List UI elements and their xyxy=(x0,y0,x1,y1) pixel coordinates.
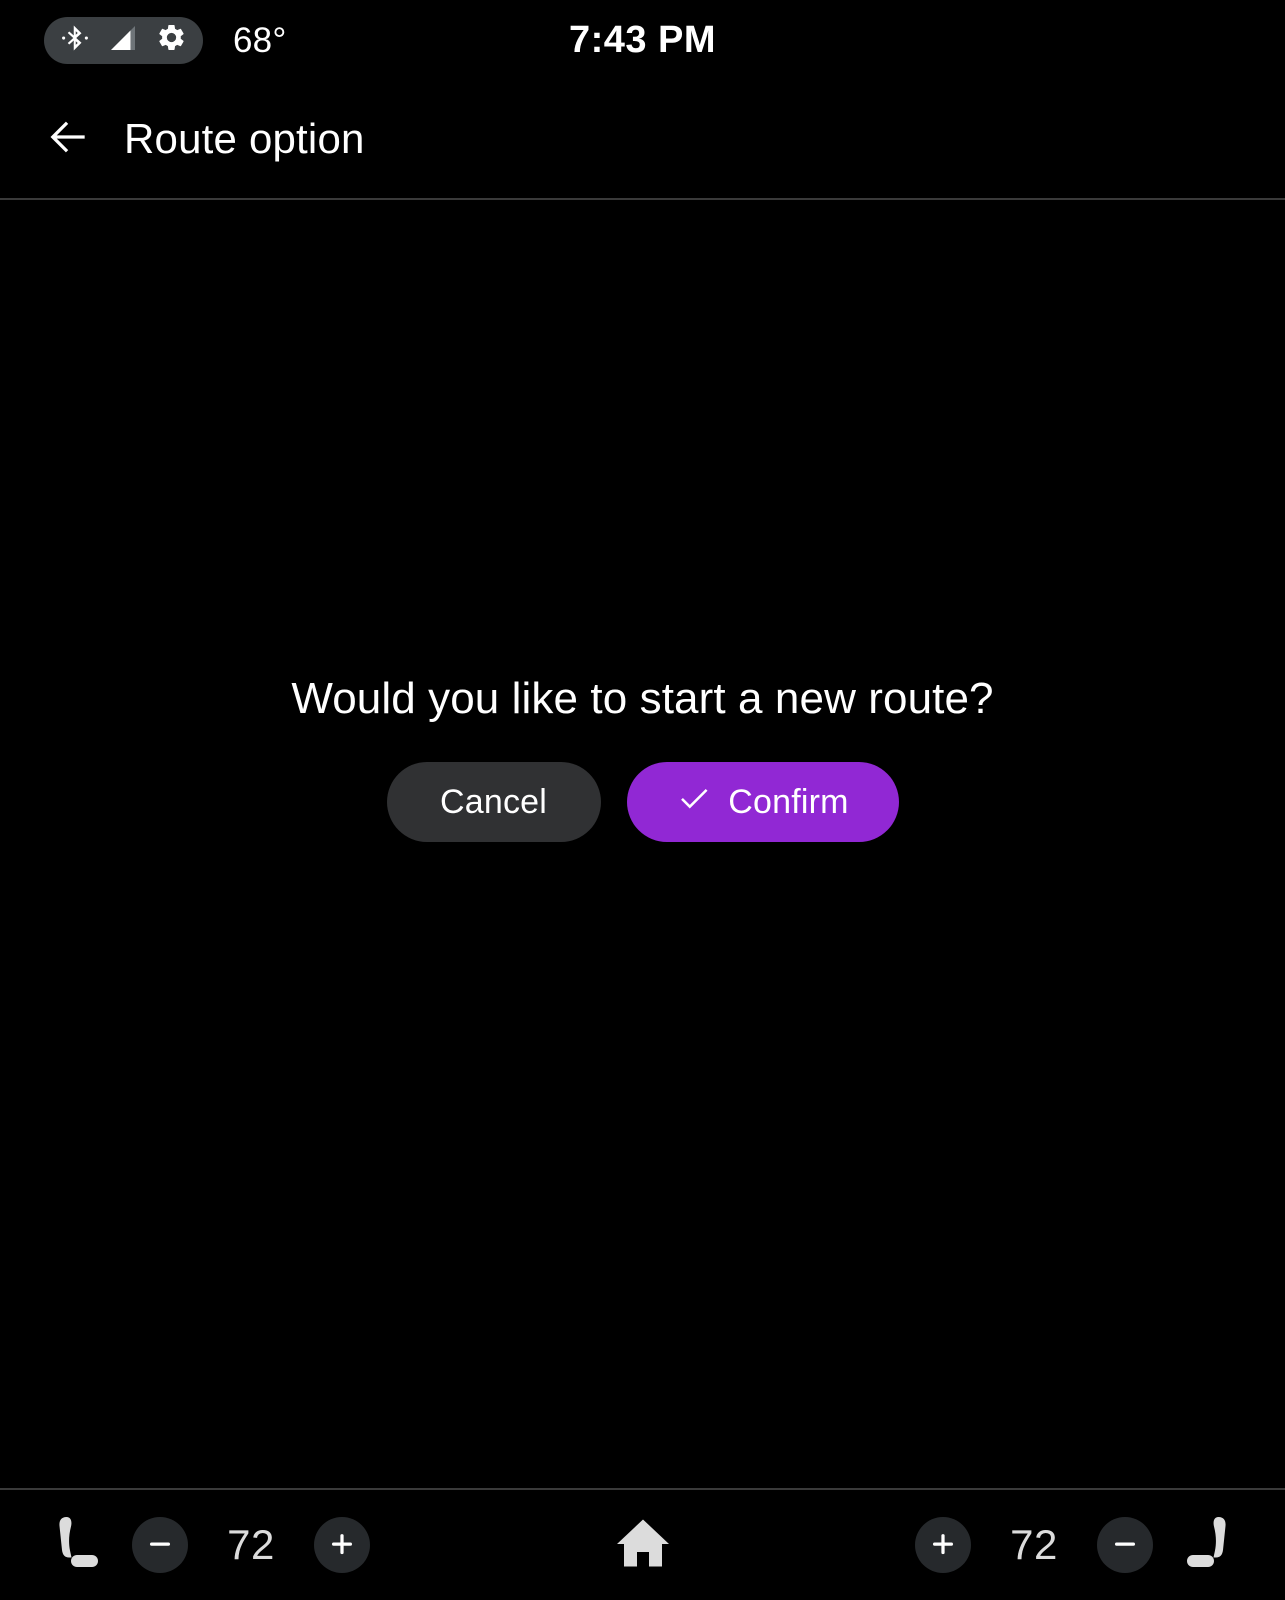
signal-cellular-icon xyxy=(107,22,139,59)
passenger-temp-decrease-button[interactable] xyxy=(1097,1517,1153,1573)
route-confirmation-dialog: Would you like to start a new route? Can… xyxy=(291,674,994,842)
page-title: Route option xyxy=(124,115,365,162)
main-content: Would you like to start a new route? Can… xyxy=(0,202,1285,1488)
cancel-button-label: Cancel xyxy=(439,782,548,821)
plus-icon xyxy=(327,1529,357,1562)
check-icon xyxy=(676,780,712,825)
dialog-actions: Cancel Confirm xyxy=(386,762,899,842)
back-button[interactable] xyxy=(40,111,96,167)
confirm-button-label: Confirm xyxy=(728,782,849,821)
arrow-back-icon xyxy=(43,112,93,167)
driver-temp-increase-button[interactable] xyxy=(314,1517,370,1573)
home-icon xyxy=(612,1513,674,1578)
passenger-temperature-value: 72 xyxy=(1010,1521,1058,1568)
driver-temp-decrease-button[interactable] xyxy=(132,1517,188,1573)
passenger-seat-icon-button[interactable] xyxy=(1179,1510,1241,1580)
app-header: Route option xyxy=(0,80,1285,200)
outside-temperature: 68° xyxy=(233,20,287,60)
gear-icon xyxy=(156,22,187,58)
status-bar: 68° 7:43 PM xyxy=(0,0,1285,80)
dialog-message: Would you like to start a new route? xyxy=(291,674,994,723)
bottom-navigation-bar: 72 72 xyxy=(0,1488,1285,1600)
passenger-climate-controls: 72 xyxy=(915,1510,1241,1580)
minus-icon xyxy=(1110,1529,1140,1562)
minus-icon xyxy=(145,1529,175,1562)
bluetooth-icon xyxy=(60,21,90,60)
seat-icon xyxy=(46,1510,104,1581)
plus-icon xyxy=(928,1529,958,1562)
passenger-temp-increase-button[interactable] xyxy=(915,1517,971,1573)
confirm-button[interactable]: Confirm xyxy=(626,762,899,842)
status-icon-pill[interactable] xyxy=(44,16,203,64)
home-button[interactable] xyxy=(598,1505,688,1585)
seat-icon xyxy=(1181,1510,1239,1581)
cancel-button[interactable]: Cancel xyxy=(386,762,601,842)
driver-climate-controls: 72 xyxy=(44,1510,370,1580)
driver-temperature-value: 72 xyxy=(227,1521,275,1568)
driver-seat-icon-button[interactable] xyxy=(44,1510,106,1580)
